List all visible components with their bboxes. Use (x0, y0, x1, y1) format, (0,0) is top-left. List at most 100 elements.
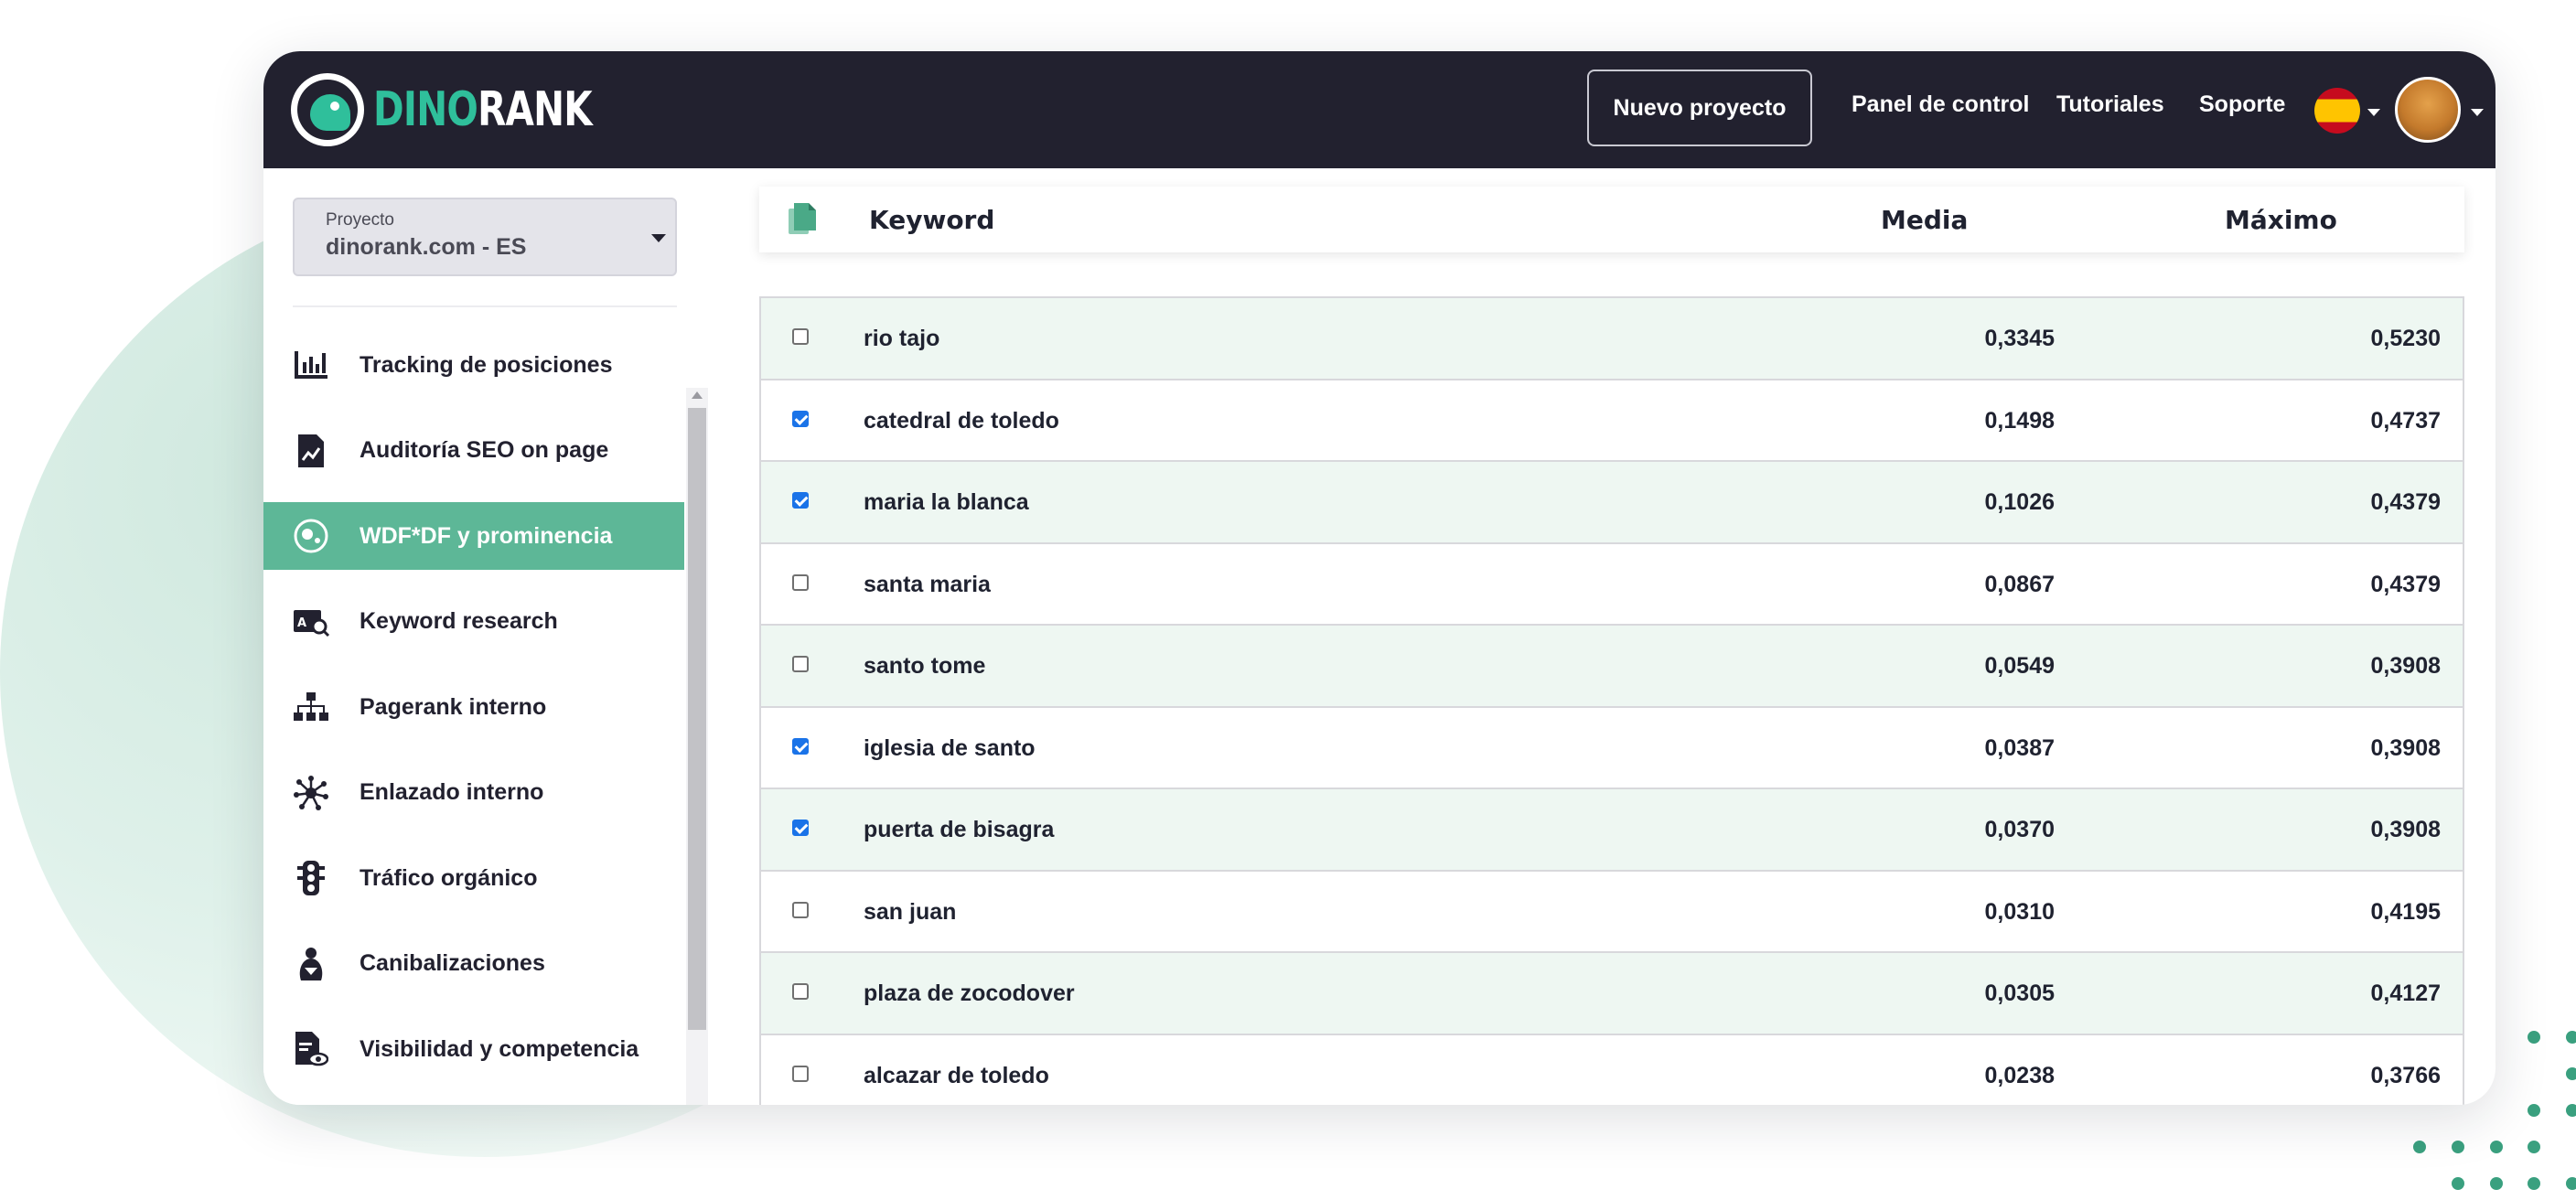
table-row[interactable]: alcazar de toledo 0,0238 0,3766 (761, 1035, 2463, 1106)
maximo-cell: 0,4127 (2370, 980, 2441, 1006)
sidebar-item-detección-de-thin-content[interactable]: {...}Detección de thin content (263, 1101, 684, 1106)
keyword-cell: san juan (864, 898, 957, 925)
table-row[interactable]: puerta de bisagra 0,0370 0,3908 (761, 789, 2463, 872)
keyword-cell: plaza de zocodover (864, 980, 1075, 1006)
decorative-dot (2566, 1177, 2576, 1190)
target-icon (291, 516, 331, 556)
column-header-maximo[interactable]: Máximo (2225, 205, 2337, 235)
chevron-down-icon (651, 234, 666, 242)
media-cell: 0,0238 (1984, 1062, 2055, 1088)
row-checkbox[interactable] (792, 820, 809, 836)
sidebar-item-label: Pagerank interno (360, 693, 547, 720)
decorative-dot (2566, 1031, 2576, 1044)
scroll-up-arrow-icon[interactable] (692, 391, 703, 399)
user-menu-caret-icon[interactable] (2471, 109, 2484, 116)
new-project-button[interactable]: Nuevo proyecto (1587, 70, 1812, 146)
svg-text:A: A (297, 616, 306, 630)
media-cell: 0,0549 (1984, 653, 2055, 679)
decorative-dot (2413, 1141, 2426, 1153)
keyword-cell: maria la blanca (864, 489, 1029, 515)
nav-link-panel-de-control[interactable]: Panel de control (1852, 91, 2029, 118)
sidebar-item-keyword-research[interactable]: A Keyword research (263, 588, 684, 656)
table-row[interactable]: santa maria 0,0867 0,4379 (761, 544, 2463, 626)
keyword-cell: alcazar de toledo (864, 1062, 1049, 1088)
nav-link-tutoriales[interactable]: Tutoriales (2056, 91, 2164, 118)
media-cell: 0,0867 (1984, 571, 2055, 597)
spain-flag-icon[interactable] (2314, 88, 2360, 134)
table-header: Keyword Media Máximo (759, 187, 2464, 252)
row-checkbox[interactable] (792, 901, 809, 918)
sidebar-item-auditoría-seo-on-page[interactable]: Auditoría SEO on page (263, 417, 684, 485)
decorative-dot (2490, 1177, 2503, 1190)
sidebar-item-tráfico-orgánico[interactable]: Tráfico orgánico (263, 844, 684, 912)
bar-chart-icon (291, 345, 331, 385)
sidebar-divider (293, 305, 677, 307)
nav-link-soporte[interactable]: Soporte (2199, 91, 2285, 118)
language-caret-icon[interactable] (2367, 109, 2380, 116)
maximo-cell: 0,4737 (2370, 407, 2441, 434)
decorative-dot (2490, 1141, 2503, 1153)
table-row[interactable]: maria la blanca 0,1026 0,4379 (761, 462, 2463, 544)
dinorank-logo[interactable]: DINORANK (291, 71, 653, 148)
sidebar-item-tracking-de-posiciones[interactable]: Tracking de posiciones (263, 331, 684, 399)
row-checkbox[interactable] (792, 410, 809, 427)
sidebar: Proyecto dinorank.com - ES Tracking de p… (263, 168, 708, 1106)
copy-document-icon[interactable] (789, 203, 816, 236)
user-avatar[interactable] (2395, 77, 2461, 143)
logo-text: DINORANK (373, 82, 593, 137)
project-select-label: Proyecto (326, 210, 394, 230)
keyword-search-icon: A (291, 602, 331, 642)
sidebar-item-label: WDF*DF y prominencia (360, 522, 613, 549)
media-cell: 0,0370 (1984, 817, 2055, 842)
decorative-dot (2528, 1177, 2540, 1190)
table-row[interactable]: plaza de zocodover 0,0305 0,4127 (761, 953, 2463, 1035)
sidebar-item-enlazado-interno[interactable]: Enlazado interno (263, 759, 684, 827)
project-select[interactable]: Proyecto dinorank.com - ES (293, 198, 677, 276)
row-checkbox[interactable] (792, 328, 809, 345)
table-row[interactable]: santo tome 0,0549 0,3908 (761, 626, 2463, 708)
table-row[interactable]: catedral de toledo 0,1498 0,4737 (761, 380, 2463, 462)
decorative-dot (2566, 1067, 2576, 1080)
sidebar-item-label: Keyword research (360, 608, 558, 634)
decorative-dot (2566, 1104, 2576, 1117)
row-checkbox[interactable] (792, 656, 809, 672)
sidebar-item-label: Tráfico orgánico (360, 864, 538, 891)
sidebar-scrollbar-thumb[interactable] (688, 408, 706, 1030)
sidebar-item-label: Canibalizaciones (360, 950, 545, 976)
traffic-light-icon (291, 858, 331, 898)
row-checkbox[interactable] (792, 983, 809, 1000)
maximo-cell: 0,5230 (2370, 326, 2441, 351)
maximo-cell: 0,4195 (2370, 898, 2441, 925)
sidebar-item-pagerank-interno[interactable]: Pagerank interno (263, 673, 684, 741)
sidebar-item-canibalizaciones[interactable]: Canibalizaciones (263, 930, 684, 998)
hierarchy-icon (291, 687, 331, 727)
app-window: DINORANK Nuevo proyecto Panel de control… (263, 51, 2496, 1105)
keyword-cell: santa maria (864, 571, 991, 597)
decorative-dot (2452, 1141, 2464, 1153)
sidebar-item-label: Enlazado interno (360, 779, 544, 805)
project-select-value: dinorank.com - ES (326, 234, 527, 260)
table-row[interactable]: iglesia de santo 0,0387 0,3908 (761, 708, 2463, 789)
media-cell: 0,3345 (1984, 326, 2055, 351)
decorative-dot (2528, 1031, 2540, 1044)
maximo-cell: 0,3908 (2370, 734, 2441, 761)
keyword-cell: iglesia de santo (864, 734, 1036, 761)
row-checkbox[interactable] (792, 573, 809, 591)
column-header-keyword[interactable]: Keyword (869, 205, 994, 235)
maximo-cell: 0,3908 (2370, 653, 2441, 679)
decorative-dot (2528, 1104, 2540, 1117)
maximo-cell: 0,3908 (2370, 817, 2441, 842)
row-checkbox[interactable] (792, 737, 809, 755)
table-row[interactable]: san juan 0,0310 0,4195 (761, 872, 2463, 953)
row-checkbox[interactable] (792, 1065, 809, 1082)
media-cell: 0,1026 (1984, 489, 2055, 515)
row-checkbox[interactable] (792, 492, 809, 509)
sidebar-item-visibilidad-y-competencia[interactable]: Visibilidad y competencia (263, 1015, 684, 1083)
maximo-cell: 0,3766 (2370, 1062, 2441, 1088)
column-header-media[interactable]: Media (1881, 205, 1968, 235)
media-cell: 0,0387 (1984, 734, 2055, 761)
sidebar-item-wdf-df-y-prominencia[interactable]: WDF*DF y prominencia (263, 502, 684, 570)
keyword-cell: puerta de bisagra (864, 817, 1055, 842)
table-row[interactable]: rio tajo 0,3345 0,5230 (761, 298, 2463, 380)
report-icon (291, 431, 331, 471)
